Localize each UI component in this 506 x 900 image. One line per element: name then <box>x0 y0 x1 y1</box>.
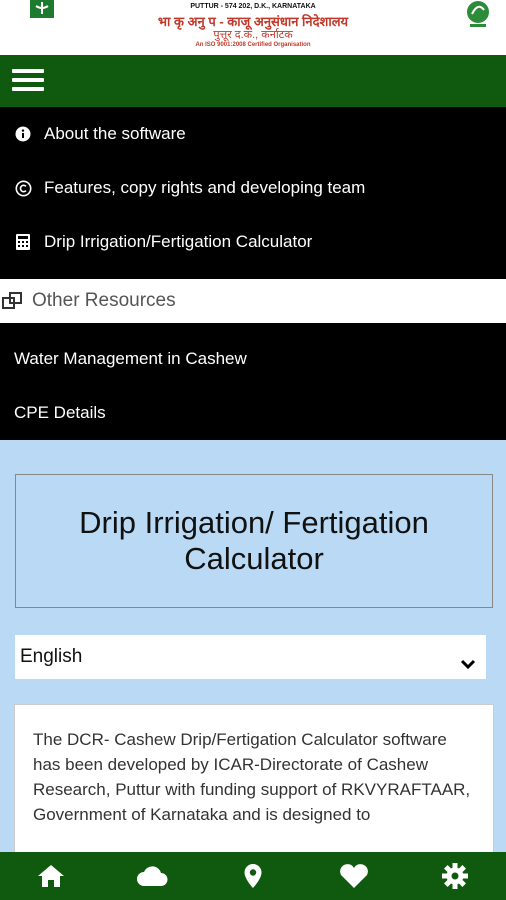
heart-icon <box>340 864 369 888</box>
nav-location[interactable] <box>233 856 273 896</box>
nav-weather[interactable] <box>132 856 172 896</box>
copyright-icon <box>14 180 32 197</box>
nav-home[interactable] <box>31 856 71 896</box>
cloud-icon <box>136 866 168 886</box>
hindi-subtitle: पुत्तूर द.क., कर्नाटक <box>213 29 293 41</box>
main-content: Drip Irrigation/ Fertigation Calculator … <box>0 440 506 864</box>
address-line: PUTTUR - 574 202, D.K., KARNATAKA <box>190 3 316 10</box>
hamburger-line <box>12 78 44 82</box>
menu-item-about[interactable]: About the software <box>0 107 506 161</box>
menu-item-label: Drip Irrigation/Fertigation Calculator <box>44 232 313 251</box>
description-text: The DCR- Cashew Drip/Fertigation Calcula… <box>33 730 471 824</box>
page-title: Drip Irrigation/ Fertigation Calculator <box>79 505 429 576</box>
menu-item-calculator[interactable]: Drip Irrigation/Fertigation Calculator <box>0 215 506 269</box>
external-link-icon <box>2 292 24 310</box>
location-icon <box>244 864 262 888</box>
bottom-navigation <box>0 852 506 900</box>
chevron-down-icon <box>460 653 476 675</box>
resource-cpe-details[interactable]: CPE Details <box>14 403 106 423</box>
menu-item-features[interactable]: Features, copy rights and developing tea… <box>0 161 506 215</box>
dcr-logo <box>467 1 489 27</box>
nav-settings[interactable] <box>435 856 475 896</box>
nav-favorites[interactable] <box>334 856 374 896</box>
home-icon <box>37 865 64 887</box>
top-app-bar <box>0 55 506 107</box>
info-icon <box>14 126 32 142</box>
language-select-value: English <box>20 646 83 667</box>
calculator-icon <box>14 233 32 251</box>
iso-line: An ISO 9001:2008 Certified Organisation <box>195 42 311 48</box>
language-select[interactable]: English <box>15 635 486 679</box>
hamburger-line <box>12 87 44 91</box>
main-menu: About the software Features, copy rights… <box>0 107 506 279</box>
description-card: The DCR- Cashew Drip/Fertigation Calcula… <box>14 704 494 864</box>
other-resources-header[interactable]: Other Resources <box>0 279 506 323</box>
app-header: PUTTUR - 574 202, D.K., KARNATAKA भा कृ … <box>0 0 506 55</box>
menu-toggle-button[interactable] <box>12 69 44 93</box>
resources-menu: Water Management in Cashew CPE Details <box>0 323 506 440</box>
hamburger-line <box>12 69 44 73</box>
page-title-box: Drip Irrigation/ Fertigation Calculator <box>15 474 493 608</box>
other-resources-label: Other Resources <box>32 290 176 311</box>
resource-water-management[interactable]: Water Management in Cashew <box>14 349 247 369</box>
settings-icon <box>442 863 469 889</box>
menu-item-label: About the software <box>44 124 186 143</box>
menu-item-label: Features, copy rights and developing tea… <box>44 178 366 197</box>
